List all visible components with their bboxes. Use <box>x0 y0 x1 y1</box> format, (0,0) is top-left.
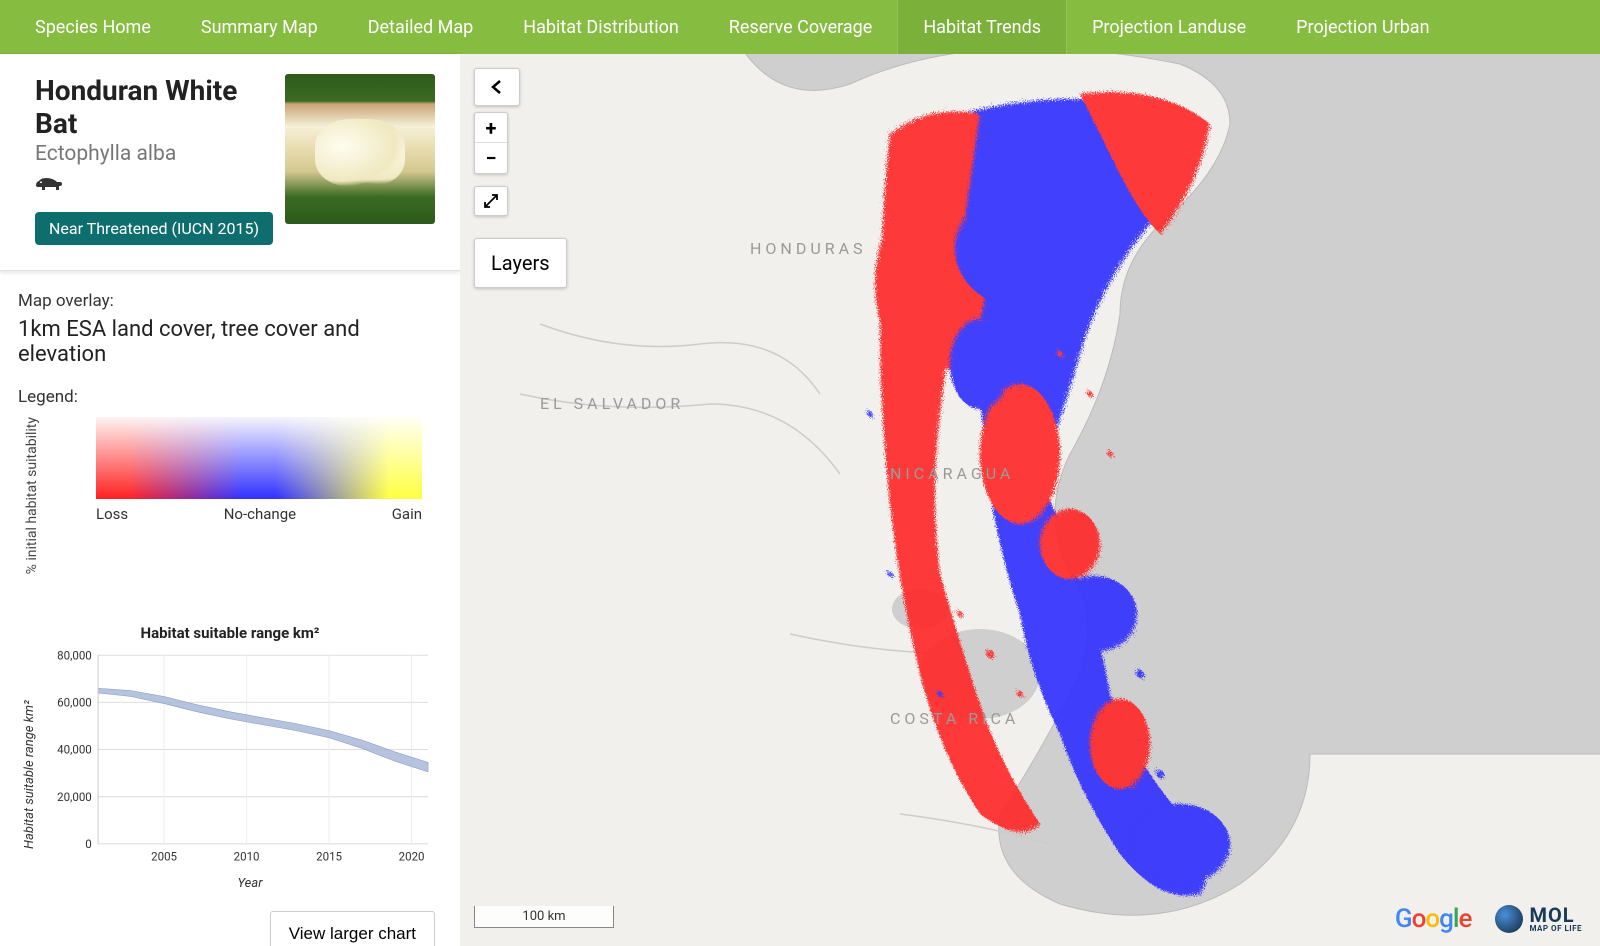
sidebar: Honduran White Bat Ectophylla alba Near … <box>0 54 460 946</box>
nav-projection-landuse[interactable]: Projection Landuse <box>1067 0 1271 54</box>
map[interactable]: HONDURAS EL SALVADOR NICARAGUA COSTA RIC… <box>460 54 1600 946</box>
mol-logo-text: MOL <box>1529 905 1582 925</box>
svg-text:2005: 2005 <box>151 850 177 864</box>
mol-logo-subtext: MAP OF LIFE <box>1529 925 1582 933</box>
iucn-status-badge[interactable]: Near Threatened (IUCN 2015) <box>35 212 273 245</box>
nav-habitat-distribution[interactable]: Habitat Distribution <box>498 0 704 54</box>
mammal-icon <box>35 174 285 198</box>
zoom-in-button[interactable]: + <box>475 113 507 143</box>
habitat-chart: Habitat suitable range km² Habitat suita… <box>0 594 460 901</box>
species-photo <box>285 74 435 224</box>
nav-projection-urban[interactable]: Projection Urban <box>1271 0 1454 54</box>
nav-detailed-map[interactable]: Detailed Map <box>343 0 499 54</box>
nav-species-home[interactable]: Species Home <box>10 0 176 54</box>
zoom-control: + − <box>474 112 508 174</box>
fullscreen-button[interactable] <box>474 186 508 216</box>
nav-summary-map[interactable]: Summary Map <box>176 0 343 54</box>
chart-y-axis-label: Habitat suitable range km² <box>18 650 37 870</box>
nav-reserve-coverage[interactable]: Reserve Coverage <box>704 0 898 54</box>
svg-text:40,000: 40,000 <box>57 743 92 757</box>
legend-tick-loss: Loss <box>96 505 128 523</box>
chart-title: Habitat suitable range km² <box>18 624 442 642</box>
view-larger-chart-button[interactable]: View larger chart <box>270 911 435 946</box>
svg-text:2010: 2010 <box>234 850 260 864</box>
overlay-label: Map overlay: <box>18 291 442 311</box>
svg-text:60,000: 60,000 <box>57 696 92 710</box>
basemap <box>460 54 1600 946</box>
nav-habitat-trends[interactable]: Habitat Trends <box>897 0 1067 54</box>
legend-tick-nochange: No-change <box>224 505 296 523</box>
species-common-name: Honduran White Bat <box>35 74 285 140</box>
legend-tick-gain: Gain <box>392 505 422 523</box>
svg-text:0: 0 <box>85 837 91 851</box>
svg-text:2020: 2020 <box>399 850 425 864</box>
svg-text:80,000: 80,000 <box>57 650 92 662</box>
chart-svg: 0 20,000 40,000 60,000 80,000 2005 2010 2015 202… <box>37 650 442 870</box>
back-button[interactable] <box>474 68 520 106</box>
globe-icon <box>1495 905 1523 933</box>
species-scientific-name: Ectophylla alba <box>35 142 285 166</box>
google-logo: Google <box>1395 904 1472 934</box>
legend-label: Legend: <box>18 387 442 407</box>
zoom-out-button[interactable]: − <box>475 143 507 173</box>
map-attribution: Google MOL MAP OF LIFE <box>1395 904 1582 934</box>
legend-y-axis-label: % initial habitat suitability <box>18 417 46 574</box>
map-scale-bar: 100 km <box>474 906 614 928</box>
svg-text:2015: 2015 <box>316 850 342 864</box>
overlay-value: 1km ESA land cover, tree cover and eleva… <box>18 317 442 367</box>
svg-text:20,000: 20,000 <box>57 790 92 804</box>
layers-button[interactable]: Layers <box>474 238 567 288</box>
species-header: Honduran White Bat Ectophylla alba Near … <box>0 54 460 271</box>
top-nav: Species Home Summary Map Detailed Map Ha… <box>0 0 1600 54</box>
legend-gradient <box>96 417 422 499</box>
mol-logo: MOL MAP OF LIFE <box>1495 905 1582 933</box>
chart-x-axis-label: Year <box>18 876 442 891</box>
